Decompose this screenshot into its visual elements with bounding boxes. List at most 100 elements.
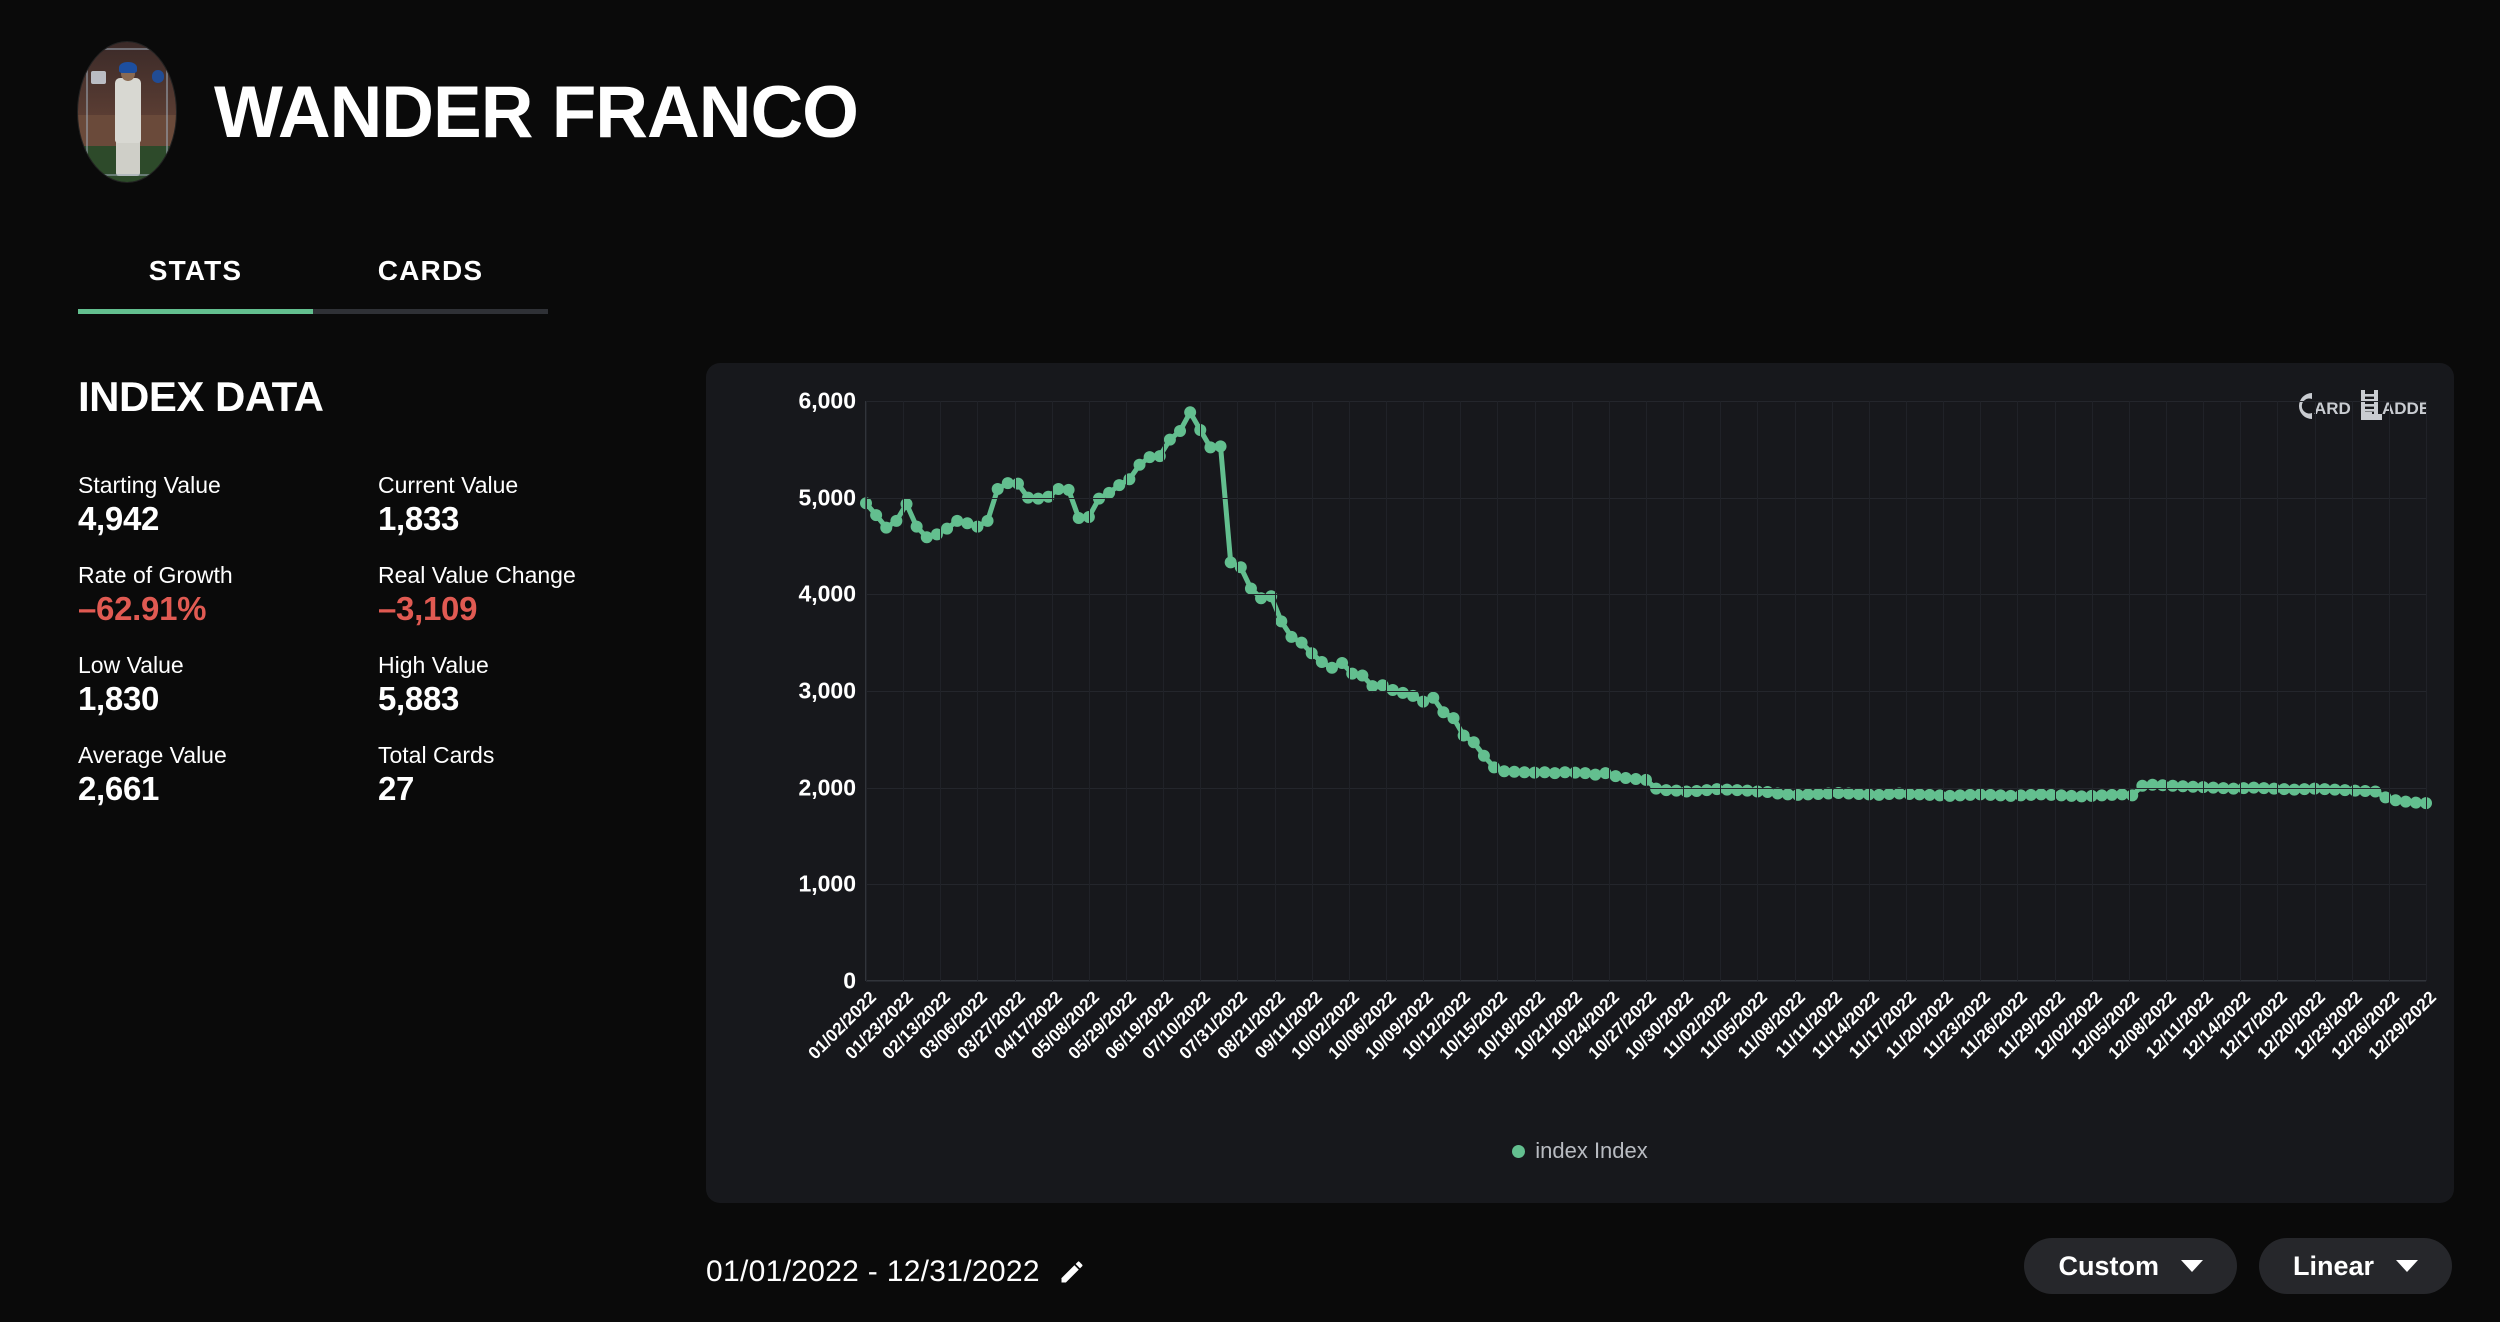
chart-data-point[interactable] — [1589, 768, 1602, 781]
stat-cell: Current Value 1,833 — [378, 472, 678, 563]
chart-data-point[interactable] — [1184, 406, 1197, 419]
chart-data-point[interactable] — [1477, 749, 1490, 762]
gridline-vertical — [1460, 401, 1462, 981]
gridline-vertical — [1423, 401, 1425, 981]
stat-value: –62.91% — [78, 590, 207, 628]
chart-data-point[interactable] — [951, 514, 964, 527]
gridline-vertical — [1200, 401, 1202, 981]
stat-value: 2,661 — [78, 770, 160, 808]
y-axis-tick-label: 3,000 — [798, 677, 856, 704]
chart-data-point[interactable] — [1538, 766, 1551, 779]
gridline-vertical — [1943, 401, 1945, 981]
chart-data-point[interactable] — [1700, 784, 1713, 797]
chart-data-point[interactable] — [920, 531, 933, 544]
chart-data-point[interactable] — [1295, 636, 1308, 649]
chart-data-point[interactable] — [910, 520, 923, 533]
date-range-control[interactable]: 01/01/2022 - 12/31/2022 — [706, 1255, 1086, 1289]
chart-data-point[interactable] — [1143, 451, 1156, 464]
chart-data-point[interactable] — [2389, 794, 2402, 807]
chevron-down-icon — [2180, 1260, 2203, 1272]
range-preset-label: Custom — [2058, 1250, 2159, 1281]
chart-data-point[interactable] — [880, 521, 893, 534]
scale-type-dropdown[interactable]: Linear — [2258, 1238, 2452, 1294]
chart-data-point[interactable] — [941, 522, 954, 535]
stat-cell: Average Value 2,661 — [78, 742, 378, 833]
gridline-vertical — [1163, 401, 1165, 981]
chart-data-point[interactable] — [1670, 784, 1683, 797]
chart-data-point[interactable] — [981, 514, 994, 527]
chart-data-point[interactable] — [1467, 736, 1480, 749]
gridline-vertical — [2203, 401, 2205, 981]
tab-cards[interactable]: CARDS — [313, 255, 548, 309]
chart-data-point[interactable] — [1133, 458, 1146, 471]
chart-data-point[interactable] — [1396, 686, 1409, 699]
chevron-down-icon — [2396, 1260, 2418, 1272]
chart-data-point[interactable] — [1356, 669, 1369, 682]
stat-value: 1,830 — [78, 680, 160, 718]
gridline-vertical — [2240, 401, 2242, 981]
chart-data-point[interactable] — [1427, 691, 1440, 704]
y-axis: 0 1,000 2,000 3,000 4,000 5,000 6,000 — [746, 363, 856, 1203]
chart-data-point[interactable] — [1072, 511, 1085, 524]
chart-data-point[interactable] — [1174, 424, 1187, 437]
chart-data-point[interactable] — [1771, 787, 1784, 800]
pencil-icon[interactable] — [1058, 1258, 1086, 1286]
chart-data-point[interactable] — [1619, 772, 1632, 784]
chart-data-point[interactable] — [1275, 615, 1288, 628]
chart-data-point[interactable] — [1437, 706, 1450, 719]
chart-data-point[interactable] — [2136, 779, 2149, 792]
gridline-vertical — [1683, 401, 1685, 981]
page-root: WANDER FRANCO STATS CARDS INDEX DATA Sta… — [0, 0, 2500, 1322]
stat-cell: High Value 5,883 — [378, 652, 678, 743]
stat-cell: Low Value 1,830 — [78, 652, 378, 743]
y-axis-tick-label: 4,000 — [798, 580, 856, 607]
gridline-vertical — [1868, 401, 1870, 981]
chart-data-point[interactable] — [2399, 795, 2412, 808]
date-range-text: 01/01/2022 - 12/31/2022 — [706, 1255, 1040, 1288]
chart-data-point[interactable] — [1204, 441, 1217, 454]
gridline-vertical — [1831, 401, 1833, 981]
stat-value: 4,942 — [78, 500, 160, 538]
gridline-vertical — [1348, 401, 1350, 981]
tab-stats[interactable]: STATS — [78, 255, 313, 309]
y-axis-tick-label: 6,000 — [798, 387, 856, 414]
stat-value: 27 — [378, 770, 415, 808]
gridline-vertical — [1497, 401, 1499, 981]
chart-data-point[interactable] — [1336, 656, 1349, 669]
chart-data-point[interactable] — [991, 482, 1004, 495]
chart-data-point[interactable] — [2116, 788, 2129, 801]
gridline-vertical — [1088, 401, 1090, 981]
chart-data-point[interactable] — [1062, 483, 1075, 496]
chart-data-point[interactable] — [1609, 770, 1622, 783]
gridline-vertical — [2017, 401, 2019, 981]
chart-data-point[interactable] — [1741, 784, 1754, 797]
scale-type-label: Linear — [2292, 1250, 2374, 1281]
gridline-vertical — [1274, 401, 1276, 981]
gridline-vertical — [2166, 401, 2167, 981]
gridline-vertical — [1014, 401, 1016, 981]
page-title: WANDER FRANCO — [214, 71, 859, 153]
stat-label: Rate of Growth — [78, 562, 233, 588]
chart-data-point[interactable] — [870, 509, 883, 522]
stat-label: Real Value Change — [378, 562, 576, 588]
gridline-vertical — [1311, 401, 1313, 981]
chart-data-point[interactable] — [1113, 479, 1126, 492]
stat-label: Starting Value — [78, 472, 221, 498]
card-art — [78, 42, 176, 182]
chart-data-point[interactable] — [890, 514, 903, 527]
chart-data-point[interactable] — [1285, 630, 1298, 643]
chart-data-point[interactable] — [1629, 772, 1642, 785]
chart-data-point[interactable] — [1872, 788, 1885, 801]
tab-underline-stats — [78, 309, 313, 314]
range-preset-dropdown[interactable]: Custom — [2024, 1238, 2237, 1294]
chart-data-point[interactable] — [1315, 656, 1328, 668]
chart-data-point[interactable] — [1214, 440, 1227, 453]
stat-value: 1,833 — [378, 500, 460, 538]
chart-data-point[interactable] — [1447, 712, 1460, 725]
chart-data-point[interactable] — [1244, 582, 1257, 595]
chart-data-point[interactable] — [1052, 482, 1065, 495]
chart-data-point[interactable] — [1548, 767, 1561, 780]
legend-label: index Index — [1535, 1138, 1648, 1163]
chart-data-point[interactable] — [1163, 433, 1176, 446]
chart-data-point[interactable] — [1579, 767, 1592, 780]
